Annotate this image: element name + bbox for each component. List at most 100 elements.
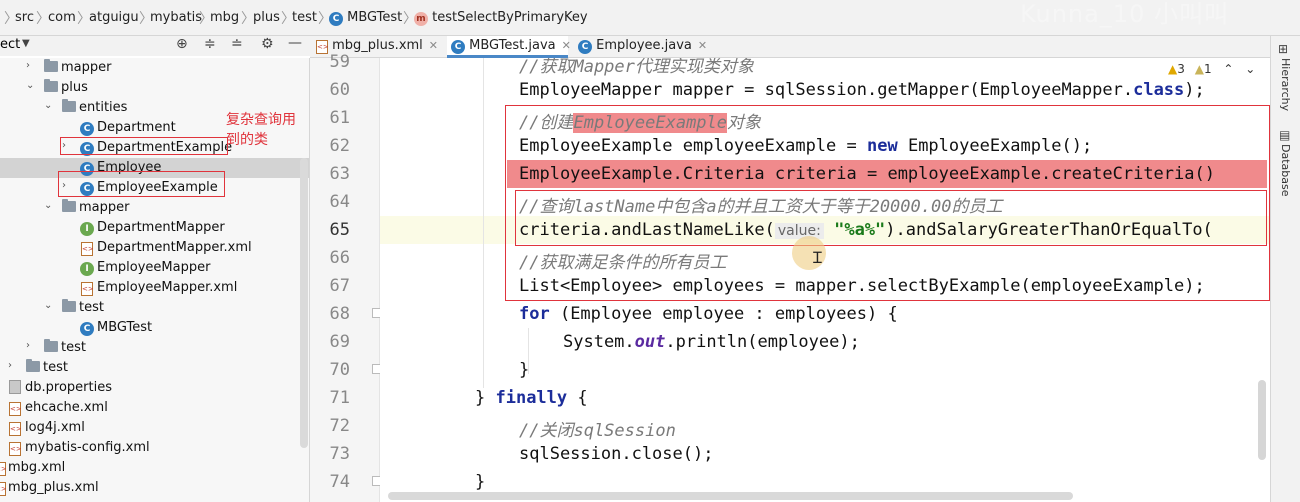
weak-warning-icon: ▲ [1194, 62, 1204, 76]
tree-item-label: mbg.xml [8, 460, 66, 475]
annotation-box [515, 190, 1267, 246]
horizontal-scrollbar[interactable] [388, 492, 1073, 500]
breadcrumb: 〉 src 〉 com 〉 atguigu 〉 mybatis 〉 mbg 〉 … [0, 0, 1300, 36]
tree-item-xml[interactable]: <> mbg_plus.xml [0, 478, 309, 498]
tree-item-label: log4j.xml [25, 420, 85, 435]
breadcrumb-item[interactable]: mybatis [150, 10, 202, 25]
xml-file-icon: <> [0, 462, 7, 476]
line-number: 72 [329, 416, 350, 436]
breadcrumb-item[interactable]: atguigu [89, 10, 139, 25]
tree-item-folder[interactable]: ⌄ mapper [0, 198, 309, 218]
folder-icon [44, 79, 58, 92]
expand-all-icon[interactable]: ≑ [204, 36, 216, 52]
line-number: 62 [329, 136, 350, 156]
tree-item-label: test [79, 300, 104, 315]
tree-item-xml[interactable]: <> EmployeeMapper.xml [0, 278, 309, 298]
breadcrumb-item[interactable]: plus [253, 10, 280, 25]
chevron-down-icon[interactable]: ⌄ [1245, 62, 1255, 76]
xml-file-icon: <> [81, 282, 94, 296]
chevron-right-icon[interactable]: › [26, 340, 30, 351]
watermark: Kunna_10 小叫叫 [1020, 0, 1230, 28]
tree-item-label: EmployeeMapper.xml [97, 280, 238, 295]
tree-item-folder[interactable]: › test [0, 358, 309, 378]
line-number: 70 [329, 360, 350, 380]
tab-employee-java[interactable]: C Employee.java ✕ [574, 36, 707, 58]
hierarchy-icon[interactable]: ⊞ [1278, 42, 1288, 56]
database-icon[interactable]: ▤ [1279, 128, 1290, 142]
tree-item-folder[interactable]: ⌄ plus [0, 78, 309, 98]
tree-item-xml[interactable]: <> ehcache.xml [0, 398, 309, 418]
class-icon: C [329, 12, 343, 26]
chevron-up-icon[interactable]: ⌃ [1223, 62, 1233, 76]
tree-item-properties[interactable]: db.properties [0, 378, 309, 398]
xml-file-icon: <> [9, 442, 22, 456]
tree-item-label: plus [61, 80, 88, 95]
xml-file-icon: <> [81, 242, 94, 256]
tree-item-xml[interactable]: <> mbg.xml [0, 458, 309, 478]
code-line-68: for (Employee employee : employees) { [519, 304, 898, 324]
tool-tab-hierarchy[interactable]: Hierarchy [1279, 58, 1292, 111]
close-icon[interactable]: ✕ [429, 39, 438, 52]
tree-item-xml[interactable]: <> mybatis-config.xml [0, 438, 309, 458]
tree-item-interface[interactable]: I EmployeeMapper [0, 258, 309, 278]
breadcrumb-item[interactable]: test [292, 10, 317, 25]
close-icon[interactable]: ✕ [698, 39, 707, 52]
weak-warning-count: 1 [1203, 62, 1212, 76]
tree-item-label: mybatis-config.xml [25, 440, 150, 455]
tree-item-folder[interactable]: ⌄ test [0, 298, 309, 318]
minimize-icon[interactable]: — [288, 35, 302, 51]
chevron-down-icon[interactable]: ⌄ [44, 200, 52, 211]
code-editor[interactable]: //获取Mapper代理实现类对象 EmployeeMapper mapper … [380, 58, 1270, 502]
code-line-59: //获取Mapper代理实现类对象 [519, 58, 754, 77]
breadcrumb-item[interactable]: mbg [210, 10, 239, 25]
dropdown-arrow-icon[interactable]: ▼ [22, 38, 30, 49]
inspection-widget[interactable]: ▲3 ▲1 ⌃ ⌄ [1168, 62, 1255, 76]
code-line-73: sqlSession.close(); [519, 444, 714, 464]
class-icon: C [80, 122, 94, 136]
project-view-label[interactable]: ect [0, 37, 20, 52]
line-number: 73 [329, 444, 350, 464]
tree-item-label: DepartmentMapper.xml [97, 240, 252, 255]
locate-icon[interactable]: ⊕ [176, 36, 188, 52]
tree-item-label: mapper [79, 200, 130, 215]
line-number: 64 [329, 192, 350, 212]
code-line-71: } finally { [475, 388, 588, 408]
tab-label: mbg_plus.xml [332, 38, 423, 53]
chevron-down-icon[interactable]: ⌄ [26, 80, 34, 91]
gear-icon[interactable]: ⚙ [261, 36, 274, 52]
breadcrumb-item-label: MBGTest [347, 10, 403, 25]
tree-item-xml[interactable]: <> log4j.xml [0, 418, 309, 438]
tree-item-class[interactable]: C MBGTest [0, 318, 309, 338]
warning-icon: ▲ [1168, 62, 1178, 76]
breadcrumb-item[interactable]: com [48, 10, 76, 25]
close-icon[interactable]: ✕ [562, 39, 571, 52]
breadcrumb-item[interactable]: src [15, 10, 34, 25]
collapse-all-icon[interactable]: ≐ [231, 36, 243, 52]
breadcrumb-item-method[interactable]: m testSelectByPrimaryKey [414, 10, 588, 26]
code-keyword: for [519, 304, 550, 324]
project-tree: › mapper ⌄ plus ⌄ entities C Department … [0, 58, 310, 502]
tree-item-folder[interactable]: › test [0, 338, 309, 358]
chevron-down-icon[interactable]: ⌄ [44, 100, 52, 111]
vertical-scrollbar[interactable] [1258, 380, 1266, 460]
tab-mbgtest-java[interactable]: C MBGTest.java ✕ [447, 36, 571, 58]
chevron-right-icon[interactable]: › [26, 60, 30, 71]
tab-label: Employee.java [596, 38, 692, 53]
tool-tab-database[interactable]: Database [1279, 144, 1292, 197]
tree-scrollbar[interactable] [300, 158, 308, 448]
tree-item-xml[interactable]: <> DepartmentMapper.xml [0, 238, 309, 258]
breadcrumb-item-class[interactable]: C MBGTest [329, 10, 402, 26]
chevron-right-icon[interactable]: › [8, 360, 12, 371]
xml-file-icon: <> [9, 402, 22, 416]
interface-icon: I [80, 222, 94, 236]
tab-label: MBGTest.java [469, 38, 556, 53]
tree-item-label: Department [97, 120, 176, 135]
tree-item-label: mbg_plus.xml [8, 480, 99, 495]
annotation-box [60, 137, 228, 155]
line-number-current: 65 [329, 220, 350, 240]
folder-icon [44, 59, 58, 72]
code-token: .println(employee); [665, 332, 860, 352]
tree-item-interface[interactable]: I DepartmentMapper [0, 218, 309, 238]
chevron-down-icon[interactable]: ⌄ [44, 300, 52, 311]
tree-item-folder[interactable]: › mapper [0, 58, 309, 78]
